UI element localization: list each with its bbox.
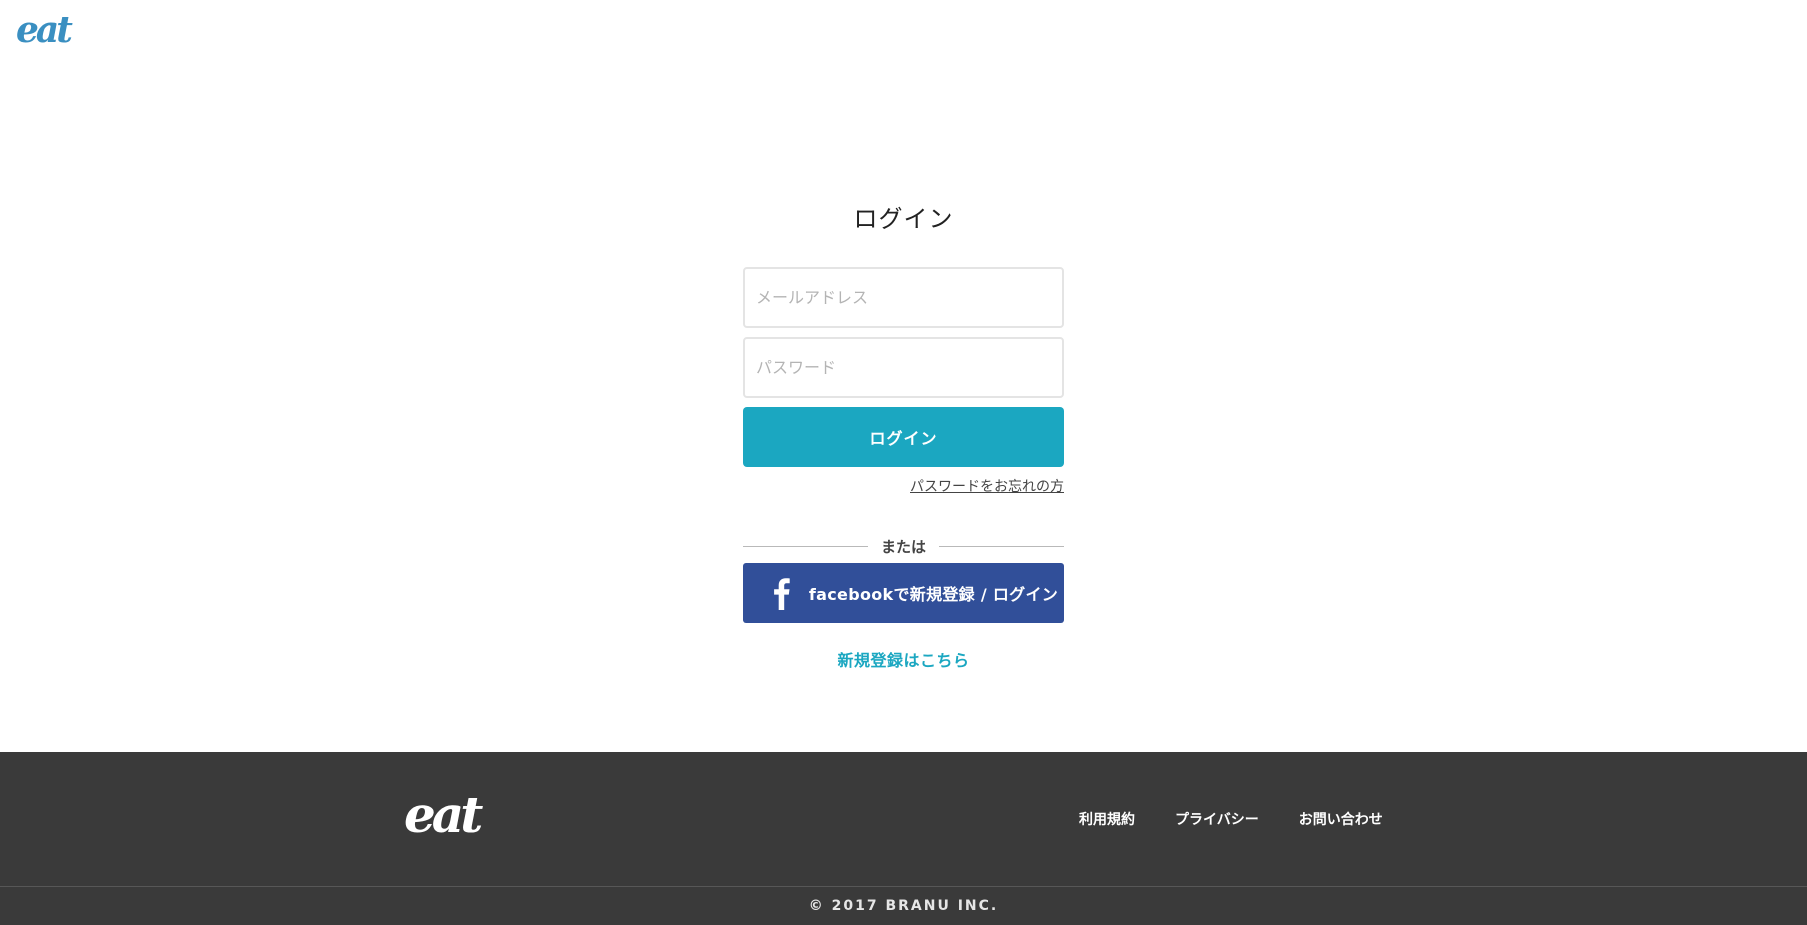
or-divider: または — [743, 534, 1065, 558]
signup-link[interactable]: 新規登録はこちら — [837, 651, 969, 670]
svg-text:eat: eat — [16, 10, 73, 50]
eat-logo-white-graphic: eat — [404, 788, 487, 840]
facebook-login-button[interactable]: facebookで新規登録 / ログイン — [743, 563, 1064, 623]
copyright-text: © 2017 BRANU INC. — [808, 898, 999, 914]
footer-link-privacy[interactable]: プライバシー — [1175, 809, 1259, 829]
facebook-button-label: facebookで新規登録 / ログイン — [808, 585, 1059, 604]
footer: eat 利用規約 プライバシー お問い合わせ © 2017 BRANU INC. — [0, 752, 1807, 925]
footer-logo[interactable]: eat — [403, 788, 505, 840]
footer-link-terms[interactable]: 利用規約 — [1079, 809, 1135, 829]
email-field[interactable] — [743, 267, 1064, 328]
footer-link-contact[interactable]: お問い合わせ — [1299, 809, 1383, 829]
login-button[interactable]: ログイン — [743, 407, 1064, 467]
divider-line-right — [939, 545, 1065, 547]
login-form: ログイン ログイン パスワードをお忘れの方 または facebookで新規登録 … — [743, 200, 1065, 671]
header-logo[interactable]: eat — [15, 10, 87, 50]
divider-text: または — [881, 537, 927, 556]
page-title: ログイン — [853, 205, 954, 233]
signup-row: 新規登録はこちら — [743, 647, 1064, 671]
footer-nav: 利用規約 プライバシー お問い合わせ — [1079, 809, 1383, 829]
divider-line-left — [743, 545, 868, 547]
svg-text:eat: eat — [404, 788, 483, 840]
eat-logo-graphic: eat — [16, 10, 76, 50]
facebook-f-icon — [765, 576, 799, 610]
forgot-password-row: パスワードをお忘れの方 — [743, 476, 1064, 496]
password-field[interactable] — [743, 337, 1064, 398]
footer-divider — [0, 886, 1807, 887]
forgot-password-link[interactable]: パスワードをお忘れの方 — [910, 479, 1064, 495]
